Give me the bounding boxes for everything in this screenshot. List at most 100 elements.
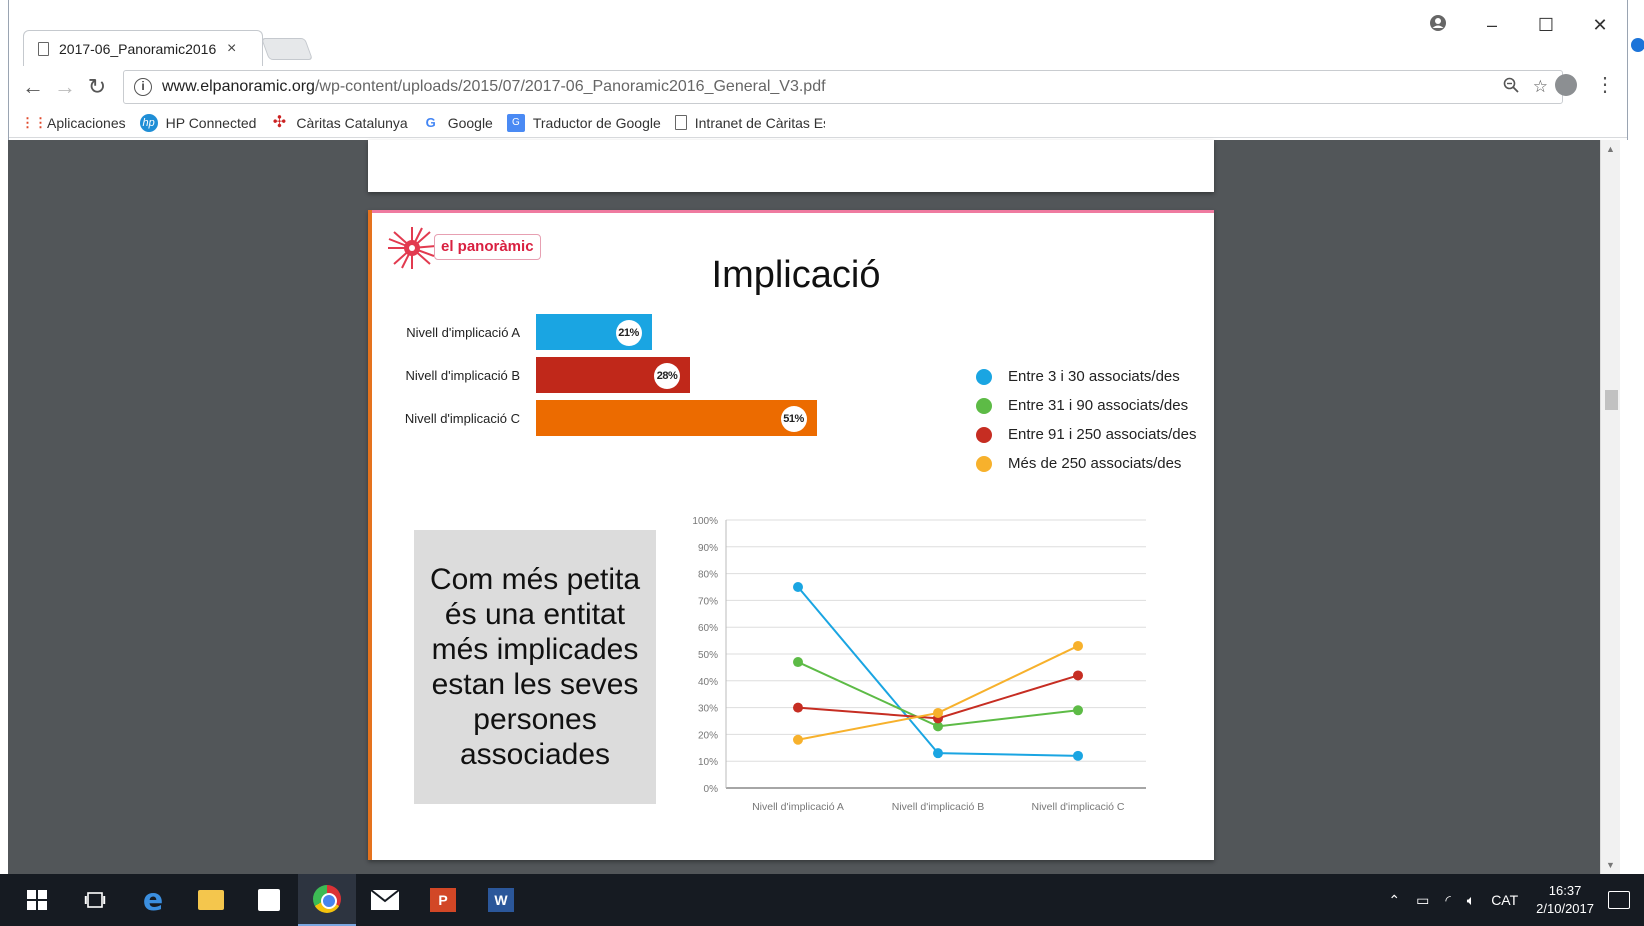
page-accent-top: [368, 210, 1214, 213]
new-tab-button[interactable]: [260, 38, 314, 60]
data-point: [933, 748, 943, 759]
forward-icon[interactable]: →: [49, 74, 81, 100]
bar-label: Nivell d'implicació A: [406, 324, 520, 340]
y-tick-label: 40%: [698, 677, 718, 688]
start-button[interactable]: [8, 874, 66, 926]
reload-icon[interactable]: ↻: [81, 74, 113, 100]
notification-icon[interactable]: [1608, 891, 1630, 909]
data-point: [1073, 705, 1083, 716]
bar-value-badge: 28%: [654, 363, 680, 389]
profile-icon[interactable]: [1411, 14, 1465, 37]
windows-logo-icon: [27, 890, 47, 910]
bookmark-apps[interactable]: ⋮⋮ Aplicaciones: [21, 114, 126, 132]
bar-value-badge: 21%: [615, 320, 642, 346]
star-icon[interactable]: ☆: [1533, 77, 1548, 98]
y-tick-label: 100%: [692, 516, 718, 527]
toolbar: ← → ↻ i www.elpanoramic.org/wp-content/u…: [9, 66, 1627, 108]
bar-track: 51%: [536, 400, 976, 436]
bar-track: 21%: [536, 314, 976, 350]
y-tick-label: 30%: [698, 704, 718, 715]
y-tick-label: 0%: [704, 784, 719, 795]
y-tick-label: 10%: [698, 757, 718, 768]
tab-strip: 2017-06_Panoramic2016 × – ☐ ✕: [9, 0, 1627, 66]
page-title: Implicació: [711, 254, 881, 296]
caritas-logo-icon: ✣: [272, 113, 287, 131]
taskbar: e P W ⌃ ▭ ◜ 🔈︎ CAT 16:37 2/10/2017: [0, 874, 1644, 926]
help-icon[interactable]: [1631, 38, 1644, 52]
volume-icon[interactable]: 🔈︎: [1467, 892, 1475, 909]
screen: 2017-06_Panoramic2016 × – ☐ ✕ ← → ↻ i ww…: [0, 0, 1644, 926]
bookmark-caritas-catalunya[interactable]: ✣ Càritas Catalunya: [270, 113, 408, 132]
bar-row: Nivell d'implicació C 51%: [378, 400, 976, 436]
legend-dot-icon: [976, 368, 992, 385]
data-point: [1073, 640, 1083, 651]
task-view-icon[interactable]: [66, 874, 124, 926]
chrome-icon[interactable]: [298, 874, 356, 926]
legend-dot-icon: [976, 426, 992, 443]
legend-label: Entre 3 i 30 associats/des: [1008, 368, 1180, 385]
scroll-up-icon[interactable]: ▲: [1606, 144, 1615, 154]
tab-pdf[interactable]: 2017-06_Panoramic2016 ×: [23, 30, 263, 66]
wifi-icon[interactable]: ◜: [1445, 892, 1450, 909]
y-tick-label: 80%: [698, 570, 718, 581]
legend-item: Entre 3 i 30 associats/des: [976, 362, 1196, 391]
data-point: [933, 707, 943, 718]
language-indicator[interactable]: CAT: [1491, 892, 1518, 908]
data-point: [1073, 750, 1083, 761]
legend-dot-icon: [976, 455, 992, 472]
google-g-icon: G: [425, 114, 436, 130]
x-tick-label: Nivell d'implicació A: [752, 801, 844, 813]
y-tick-label: 70%: [698, 596, 718, 607]
info-icon[interactable]: i: [134, 78, 152, 96]
bar-row: Nivell d'implicació B 28%: [378, 357, 976, 393]
legend-item: Entre 31 i 90 associats/des: [976, 391, 1196, 420]
clock-date: 2/10/2017: [1536, 901, 1594, 916]
extension-icon[interactable]: [1555, 74, 1577, 96]
bookmarks-bar: ⋮⋮ Aplicaciones hp HP Connected ✣ Càritas C…: [9, 108, 1627, 138]
close-window-icon[interactable]: ✕: [1573, 15, 1627, 36]
pdf-page: el panoràmic Implicació Nivell d'implica…: [368, 210, 1214, 860]
bookmark-translate[interactable]: G Traductor de Google: [506, 113, 661, 132]
clock[interactable]: 16:37 2/10/2017: [1536, 882, 1594, 918]
minimize-icon[interactable]: –: [1465, 15, 1519, 36]
powerpoint-icon[interactable]: P: [414, 874, 472, 926]
x-tick-label: Nivell d'implicació B: [892, 801, 984, 813]
back-icon[interactable]: ←: [17, 74, 49, 100]
menu-icon[interactable]: ⋮: [1595, 72, 1615, 97]
scrollbar[interactable]: ▲ ▼: [1600, 140, 1620, 874]
bookmark-google[interactable]: G Google: [422, 114, 493, 132]
clock-time: 16:37: [1548, 883, 1582, 898]
callout-text: Com més petita és una entitat més implic…: [429, 563, 641, 771]
zoom-icon[interactable]: [1503, 77, 1519, 98]
bar-value-badge: 51%: [780, 406, 807, 432]
maximize-icon[interactable]: ☐: [1519, 15, 1573, 36]
close-icon[interactable]: ×: [227, 40, 236, 58]
translate-icon: G: [506, 113, 525, 132]
hp-logo-icon: hp: [139, 113, 158, 132]
edge-browser-icon[interactable]: e: [124, 874, 182, 926]
bookmark-hp-connected[interactable]: hp HP Connected: [139, 113, 256, 132]
bar-track: 28%: [536, 357, 976, 393]
x-tick-label: Nivell d'implicació C: [1031, 801, 1124, 813]
file-explorer-icon[interactable]: [182, 874, 240, 926]
scroll-thumb[interactable]: [1605, 390, 1618, 410]
y-tick-label: 20%: [698, 730, 718, 741]
mail-icon[interactable]: [356, 874, 414, 926]
bar-label: Nivell d'implicació B: [405, 367, 520, 383]
legend-item: Més de 250 associats/des: [976, 449, 1196, 478]
page-accent-left: [368, 210, 372, 860]
line-chart: 0% 10% 20% 30% 40% 50% 60% 70% 80% 90% 100% Nivell …: [692, 516, 1146, 813]
scroll-down-icon[interactable]: ▼: [1606, 860, 1615, 870]
page-icon: [674, 115, 687, 130]
data-point: [1073, 670, 1083, 681]
word-icon[interactable]: W: [472, 874, 530, 926]
battery-icon[interactable]: ▭: [1416, 892, 1429, 909]
address-bar[interactable]: i www.elpanoramic.org/wp-content/uploads…: [123, 70, 1563, 104]
chevron-up-icon[interactable]: ⌃: [1388, 892, 1400, 909]
bookmark-intranet[interactable]: Intranet de Càritas Es: [674, 115, 825, 131]
system-tray: ⌃ ▭ ◜ 🔈︎ CAT 16:37 2/10/2017: [1380, 874, 1644, 926]
store-icon[interactable]: [240, 874, 298, 926]
bar-row: Nivell d'implicació A 21%: [378, 314, 976, 350]
url-host: www.elpanoramic.org: [162, 78, 315, 95]
y-tick-label: 50%: [698, 650, 718, 661]
